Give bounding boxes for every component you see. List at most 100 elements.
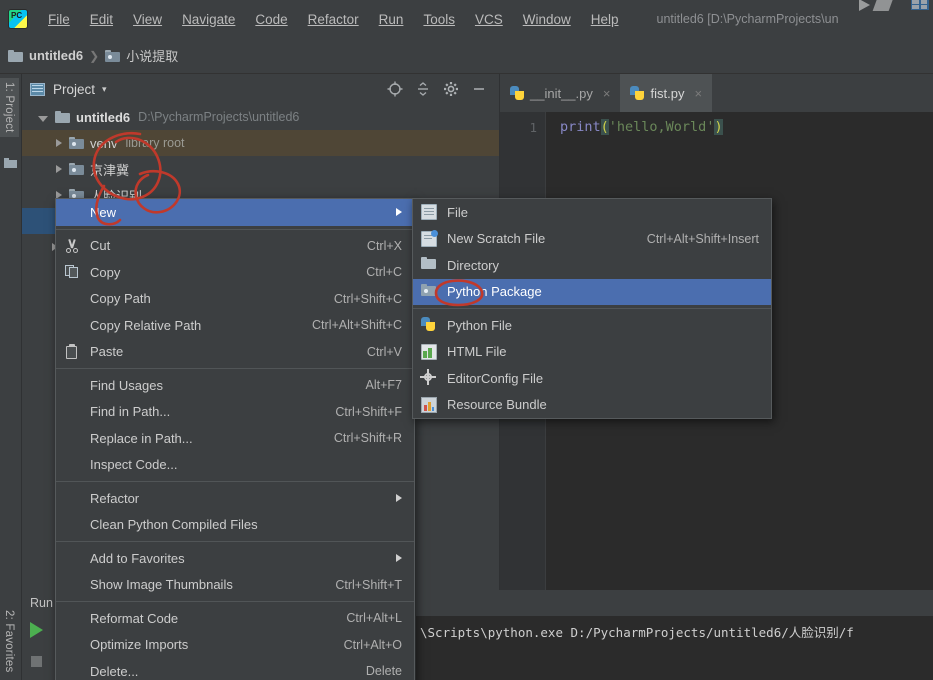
submenu-item-python-file[interactable]: Python File [413,312,771,339]
submenu-item-new-scratch-file[interactable]: New Scratch File Ctrl+Alt+Shift+Insert [413,226,771,253]
menu-window[interactable]: Window [513,8,581,31]
context-menu-item-copy-relative-path[interactable]: Copy Relative Path Ctrl+Alt+Shift+C [56,312,414,339]
context-menu-item-find-in-path[interactable]: Find in Path... Ctrl+Shift+F [56,399,414,426]
chevron-down-icon[interactable] [38,115,48,122]
context-menu-item-add-to-favorites[interactable]: Add to Favorites [56,545,414,572]
close-icon[interactable]: × [694,86,702,101]
menu-edit[interactable]: Edit [80,8,123,31]
menu-item-label: Show Image Thumbnails [90,577,233,593]
menu-navigate[interactable]: Navigate [172,8,245,31]
context-menu-item-optimize-imports[interactable]: Optimize Imports Ctrl+Alt+O [56,632,414,659]
menu-item-label: EditorConfig File [447,370,544,386]
breadcrumb-item-project[interactable]: untitled6 [8,48,83,63]
tree-row-jingjinji[interactable]: 京津冀 [22,156,499,182]
menu-item-label: Cut [90,238,111,254]
menu-item-label: Optimize Imports [90,637,189,653]
menu-item-label: New [90,204,117,220]
chevron-right-icon[interactable] [56,139,62,147]
tool-tab-favorites[interactable]: 2: Favorites [0,606,19,676]
breadcrumb-item-folder[interactable]: 小说提取 [105,46,178,65]
context-menu-item-replace-in-path[interactable]: Replace in Path... Ctrl+Shift+R [56,425,414,452]
context-menu-item-copy[interactable]: Copy Ctrl+C [56,259,414,286]
tree-row-venv[interactable]: venv library root [22,130,499,156]
resource-bundle-icon [421,396,437,413]
breadcrumb-label: untitled6 [29,48,84,63]
project-panel-header: Project ▾ [22,74,499,104]
menu-refactor[interactable]: Refactor [298,8,369,31]
context-menu[interactable]: New Cut Ctrl+X Copy Ctrl+C Copy Path Ctr… [55,198,415,680]
menu-separator [56,541,414,542]
menu-bar[interactable]: File Edit View Navigate Code Refactor Ru… [38,8,629,31]
submenu-item-resource-bundle[interactable]: Resource Bundle [413,392,771,419]
menu-item-label: Copy [90,264,121,280]
code-token-function: print [560,119,601,135]
menu-item-label: Reformat Code [90,610,179,626]
menu-vcs[interactable]: VCS [465,8,513,31]
context-menu-item-inspect-code[interactable]: Inspect Code... [56,452,414,479]
context-menu-item-delete[interactable]: Delete... Delete [56,658,414,680]
gear-icon[interactable] [443,81,459,97]
menu-item-label: Add to Favorites [90,550,185,566]
tree-item-path: D:\PycharmProjects\untitled6 [138,110,300,124]
menu-item-label: Python Package [447,284,542,300]
context-menu-item-clean-python-compiled-files[interactable]: Clean Python Compiled Files [56,512,414,539]
close-icon[interactable]: × [603,86,611,101]
cut-icon [64,238,80,254]
python-file-icon [510,86,524,100]
chevron-down-icon[interactable]: ▾ [102,84,107,95]
menu-separator [56,601,414,602]
play-icon[interactable] [30,622,43,638]
menu-tools[interactable]: Tools [413,8,465,31]
chevron-right-icon [396,494,402,503]
menu-file[interactable]: File [38,8,80,31]
submenu-item-directory[interactable]: Directory [413,252,771,279]
menu-code[interactable]: Code [245,8,297,31]
context-menu-item-show-image-thumbnails[interactable]: Show Image Thumbnails Ctrl+Shift+T [56,572,414,599]
submenu-item-python-package[interactable]: Python Package [413,278,771,305]
editor-tab-label: fist.py [650,85,685,101]
menu-separator [56,368,414,369]
menu-item-shortcut: Delete [365,664,402,679]
menu-run[interactable]: Run [369,8,414,31]
package-folder-icon [69,137,84,149]
submenu-item-file[interactable]: File [413,199,771,226]
window-title: untitled6 [D:\PycharmProjects\un [656,12,839,26]
menu-item-shortcut: Ctrl+Shift+F [335,404,402,419]
submenu-item-editorconfig-file[interactable]: EditorConfig File [413,365,771,392]
context-menu-item-find-usages[interactable]: Find Usages Alt+F7 [56,372,414,399]
tree-item-label: untitled6 [76,109,131,125]
context-menu-item-paste[interactable]: Paste Ctrl+V [56,339,414,366]
tree-item-label: venv [90,135,118,151]
context-menu-item-reformat-code[interactable]: Reformat Code Ctrl+Alt+L [56,605,414,632]
context-menu-item-new[interactable]: New [56,199,414,226]
tool-tab-project[interactable]: 1: Project [0,78,19,137]
chevron-right-icon[interactable] [56,165,62,173]
folder-icon [55,111,70,123]
context-menu-item-cut[interactable]: Cut Ctrl+X [56,233,414,260]
menu-item-label: Clean Python Compiled Files [90,517,258,533]
menu-item-label: Resource Bundle [447,397,547,413]
menu-view[interactable]: View [123,8,172,31]
minimize-icon[interactable] [471,81,487,97]
menu-item-shortcut: Ctrl+Shift+R [333,431,402,446]
line-number: 1 [529,120,537,135]
editor-tab-init[interactable]: __init__.py × [500,74,620,112]
context-menu-item-copy-path[interactable]: Copy Path Ctrl+Shift+C [56,286,414,313]
submenu-item-html-file[interactable]: HTML File [413,339,771,366]
chevron-right-icon [396,554,402,563]
tree-item-tag: library root [125,136,185,150]
editor-tab-fist[interactable]: fist.py × [620,74,713,112]
locate-icon[interactable] [387,81,403,97]
folder-icon [8,49,23,62]
new-submenu[interactable]: File New Scratch File Ctrl+Alt+Shift+Ins… [412,198,772,419]
menu-item-shortcut: Ctrl+Shift+C [333,291,402,306]
logo-text: PC [11,11,23,20]
menu-item-label: File [447,204,468,220]
context-menu-item-refactor[interactable]: Refactor [56,485,414,512]
run-console[interactable]: \Scripts\python.exe D:/PycharmProjects/u… [416,616,933,680]
python-file-icon [421,317,437,333]
tree-row-untitled6[interactable]: untitled6 D:\PycharmProjects\untitled6 [22,104,499,130]
collapse-all-icon[interactable] [415,81,431,97]
stop-icon[interactable] [31,656,42,667]
menu-help[interactable]: Help [581,8,629,31]
